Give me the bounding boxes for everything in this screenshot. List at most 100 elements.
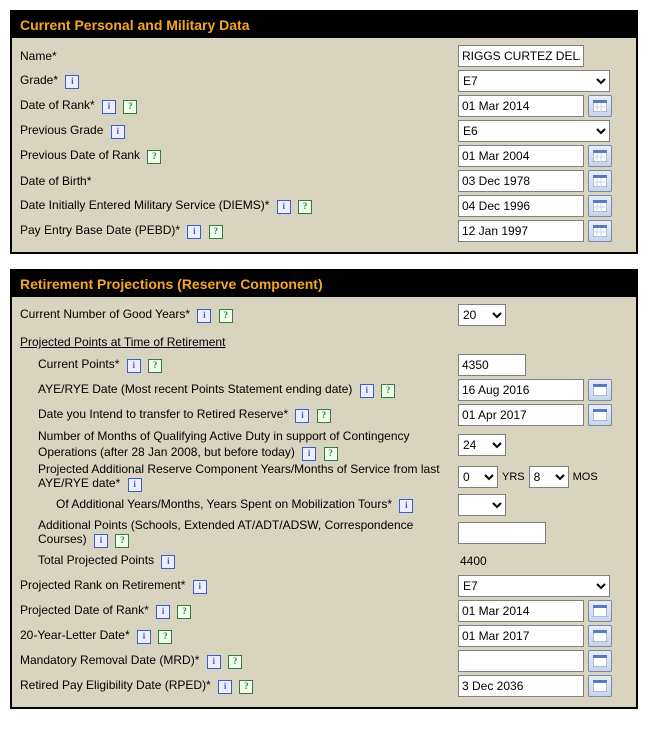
help-icon[interactable]: ? xyxy=(298,200,312,214)
input-rped[interactable] xyxy=(458,675,584,697)
info-icon[interactable]: i xyxy=(161,555,175,569)
row-proj-additional: Projected Additional Reserve Component Y… xyxy=(20,462,628,492)
input-pebd[interactable] xyxy=(458,220,584,242)
info-icon[interactable]: i xyxy=(127,359,141,373)
label-total-points: Total Projected Points xyxy=(38,553,154,567)
label-aye-rye: AYE/RYE Date (Most recent Points Stateme… xyxy=(38,382,352,396)
calendar-icon[interactable] xyxy=(588,195,612,217)
row-name: Name* xyxy=(20,44,628,68)
label-proj-additional: Projected Additional Reserve Component Y… xyxy=(38,462,440,490)
row-dob: Date of Birth* xyxy=(20,169,628,193)
help-icon[interactable]: ? xyxy=(324,447,338,461)
input-aye-rye[interactable] xyxy=(458,379,584,401)
help-icon[interactable]: ? xyxy=(209,225,223,239)
info-icon[interactable]: i xyxy=(399,499,413,513)
info-icon[interactable]: i xyxy=(111,125,125,139)
select-qualifying-months[interactable]: 24 xyxy=(458,434,506,456)
row-previous-dor: Previous Date of Rank ? xyxy=(20,144,628,168)
select-addl-yrs[interactable]: 0 xyxy=(458,466,498,488)
info-icon[interactable]: i xyxy=(65,75,79,89)
select-mobilization[interactable] xyxy=(458,494,506,516)
label-yrs: YRS xyxy=(502,471,525,483)
input-previous-dor[interactable] xyxy=(458,145,584,167)
info-icon[interactable]: i xyxy=(137,630,151,644)
row-mrd: Mandatory Removal Date (MRD)* i ? xyxy=(20,649,628,673)
help-icon[interactable]: ? xyxy=(148,359,162,373)
info-icon[interactable]: i xyxy=(218,680,232,694)
info-icon[interactable]: i xyxy=(193,580,207,594)
input-twenty-yr[interactable] xyxy=(458,625,584,647)
select-good-years[interactable]: 20 xyxy=(458,304,506,326)
calendar-icon[interactable] xyxy=(588,145,612,167)
label-proj-rank: Projected Rank on Retirement* xyxy=(20,578,185,592)
calendar-icon[interactable] xyxy=(588,600,612,622)
row-pebd: Pay Entry Base Date (PEBD)* i ? xyxy=(20,219,628,243)
help-icon[interactable]: ? xyxy=(239,680,253,694)
help-icon[interactable]: ? xyxy=(158,630,172,644)
label-transfer-date: Date you Intend to transfer to Retired R… xyxy=(38,407,288,421)
panel-header-personal: Current Personal and Military Data xyxy=(12,12,636,38)
row-total-points: Total Projected Points i 4400 xyxy=(20,549,628,573)
info-icon[interactable]: i xyxy=(197,309,211,323)
input-proj-dor[interactable] xyxy=(458,600,584,622)
panel-personal-military: Current Personal and Military Data Name*… xyxy=(10,10,638,254)
row-rped: Retired Pay Eligibility Date (RPED)* i ? xyxy=(20,674,628,698)
input-dob[interactable] xyxy=(458,170,584,192)
select-previous-grade[interactable]: E6 xyxy=(458,120,610,142)
input-date-of-rank[interactable] xyxy=(458,95,584,117)
help-icon[interactable]: ? xyxy=(317,409,331,423)
row-mobilization: Of Additional Years/Months, Years Spent … xyxy=(20,493,628,517)
panel-retirement-projections: Retirement Projections (Reserve Componen… xyxy=(10,269,638,709)
label-dob: Date of Birth* xyxy=(20,174,458,188)
info-icon[interactable]: i xyxy=(360,384,374,398)
label-proj-dor: Projected Date of Rank* xyxy=(20,603,149,617)
help-icon[interactable]: ? xyxy=(147,150,161,164)
calendar-icon[interactable] xyxy=(588,404,612,426)
row-date-of-rank: Date of Rank* i ? xyxy=(20,94,628,118)
info-icon[interactable]: i xyxy=(277,200,291,214)
calendar-icon[interactable] xyxy=(588,379,612,401)
calendar-icon[interactable] xyxy=(588,625,612,647)
label-qualifying-months: Number of Months of Qualifying Active Du… xyxy=(38,429,410,459)
calendar-icon[interactable] xyxy=(588,170,612,192)
label-previous-grade: Previous Grade xyxy=(20,123,103,137)
label-twenty-yr: 20-Year-Letter Date* xyxy=(20,628,130,642)
row-diems: Date Initially Entered Military Service … xyxy=(20,194,628,218)
select-addl-mos[interactable]: 8 xyxy=(529,466,569,488)
calendar-icon[interactable] xyxy=(588,95,612,117)
info-icon[interactable]: i xyxy=(156,605,170,619)
label-previous-dor: Previous Date of Rank xyxy=(20,148,140,162)
input-addl-points[interactable] xyxy=(458,522,546,544)
help-icon[interactable]: ? xyxy=(177,605,191,619)
calendar-icon[interactable] xyxy=(588,675,612,697)
input-current-points[interactable] xyxy=(458,354,526,376)
select-proj-rank[interactable]: E7 xyxy=(458,575,610,597)
input-transfer-date[interactable] xyxy=(458,404,584,426)
help-icon[interactable]: ? xyxy=(381,384,395,398)
select-grade[interactable]: E7 xyxy=(458,70,610,92)
row-transfer-date: Date you Intend to transfer to Retired R… xyxy=(20,403,628,427)
label-pebd: Pay Entry Base Date (PEBD)* xyxy=(20,223,180,237)
label-name: Name* xyxy=(20,49,458,63)
help-icon[interactable]: ? xyxy=(115,534,129,548)
info-icon[interactable]: i xyxy=(102,100,116,114)
info-icon[interactable]: i xyxy=(302,447,316,461)
row-twenty-yr: 20-Year-Letter Date* i ? xyxy=(20,624,628,648)
help-icon[interactable]: ? xyxy=(123,100,137,114)
help-icon[interactable]: ? xyxy=(219,309,233,323)
info-icon[interactable]: i xyxy=(207,655,221,669)
info-icon[interactable]: i xyxy=(94,534,108,548)
help-icon[interactable]: ? xyxy=(228,655,242,669)
info-icon[interactable]: i xyxy=(295,409,309,423)
input-mrd[interactable] xyxy=(458,650,584,672)
input-name[interactable] xyxy=(458,45,584,67)
info-icon[interactable]: i xyxy=(187,225,201,239)
calendar-icon[interactable] xyxy=(588,220,612,242)
info-icon[interactable]: i xyxy=(128,478,142,492)
panel-body-personal: Name* Grade* i E7 Date of Rank* i ? xyxy=(12,38,636,252)
row-good-years: Current Number of Good Years* i ? 20 xyxy=(20,303,628,327)
label-good-years: Current Number of Good Years* xyxy=(20,307,190,321)
panel-body-retirement: Current Number of Good Years* i ? 20 Pro… xyxy=(12,297,636,707)
calendar-icon[interactable] xyxy=(588,650,612,672)
input-diems[interactable] xyxy=(458,195,584,217)
